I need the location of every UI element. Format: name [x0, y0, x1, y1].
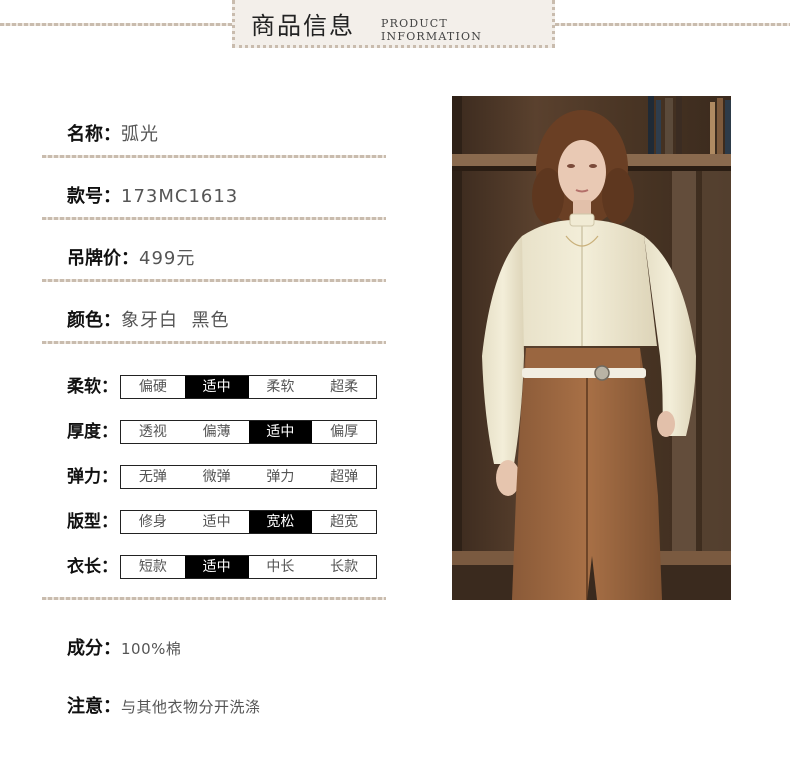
attr-option: 弹力	[266, 469, 295, 485]
attr-scale: 修身 适中 宽松 超宽	[120, 510, 377, 534]
price-value: 499元	[139, 248, 196, 269]
header-title: 商品信息	[251, 12, 355, 40]
info-row-style: 款号：173MC1613	[67, 182, 238, 208]
attr-option: 微弹	[202, 469, 231, 485]
attr-option: 短款	[138, 559, 167, 575]
attr-option: 偏厚	[330, 424, 359, 440]
header-divider-right	[555, 23, 790, 26]
attr-option: 长款	[330, 559, 359, 575]
attr-option: 修身	[138, 514, 167, 530]
attr-label: 厚度：	[67, 422, 118, 442]
info-row-price: 吊牌价：499元	[67, 244, 195, 270]
color-label: 颜色：	[67, 310, 121, 331]
notice-value: 与其他衣物分开洗涤	[121, 698, 261, 716]
attr-scale: 无弹 微弹 弹力 超弹	[120, 465, 377, 489]
divider	[42, 155, 386, 158]
info-row-color: 颜色：象牙白 黑色	[67, 306, 229, 332]
name-value: 弧光	[121, 124, 159, 145]
composition-value: 100%棉	[121, 640, 182, 658]
attr-option-selected: 适中	[184, 376, 249, 398]
attr-scale: 透视 偏薄 适中 偏厚	[120, 420, 377, 444]
composition-label: 成分：	[67, 638, 121, 659]
divider	[42, 597, 386, 600]
attr-label: 弹力：	[67, 467, 118, 487]
divider	[42, 341, 386, 344]
price-label: 吊牌价：	[67, 248, 139, 269]
attr-option-selected: 适中	[248, 421, 313, 443]
attr-option-selected: 适中	[184, 556, 249, 578]
attr-label: 衣长：	[67, 557, 118, 577]
attr-option: 透视	[138, 424, 167, 440]
attr-option: 偏薄	[202, 424, 231, 440]
section-header: 商品信息 PRODUCT INFORMATION	[232, 0, 555, 48]
info-row-notice: 注意：与其他衣物分开洗涤	[67, 692, 261, 718]
attr-option: 偏硬	[138, 379, 167, 395]
product-photo	[452, 96, 731, 600]
name-label: 名称：	[67, 124, 121, 145]
attr-option-selected: 宽松	[248, 511, 313, 533]
attr-option: 柔软	[266, 379, 295, 395]
attr-label: 版型：	[67, 512, 118, 532]
divider	[42, 279, 386, 282]
attr-option: 无弹	[138, 469, 167, 485]
style-value: 173MC1613	[121, 186, 239, 207]
attr-option: 超宽	[330, 514, 359, 530]
attr-label: 柔软：	[67, 377, 118, 397]
notice-label: 注意：	[67, 696, 121, 717]
info-row-composition: 成分：100%棉	[67, 634, 181, 660]
divider	[42, 217, 386, 220]
attr-option: 超柔	[330, 379, 359, 395]
header-divider-left	[0, 23, 232, 26]
color-value: 象牙白 黑色	[121, 310, 230, 331]
attr-option: 超弹	[330, 469, 359, 485]
attr-option: 中长	[266, 559, 295, 575]
header-subtitle: PRODUCT INFORMATION	[381, 17, 483, 43]
style-label: 款号：	[67, 186, 121, 207]
attr-scale: 偏硬 适中 柔软 超柔	[120, 375, 377, 399]
attr-option: 适中	[202, 514, 231, 530]
attr-scale: 短款 适中 中长 长款	[120, 555, 377, 579]
info-row-name: 名称：弧光	[67, 120, 159, 146]
